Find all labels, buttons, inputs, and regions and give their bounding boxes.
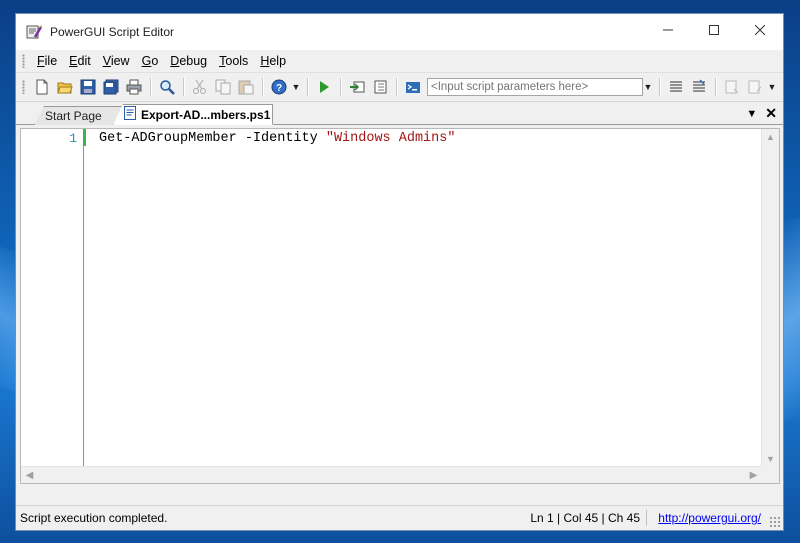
uncomment-lines-icon bbox=[692, 79, 705, 92]
save-all-icon bbox=[103, 79, 118, 95]
comment-lines-button[interactable] bbox=[665, 77, 686, 97]
script-file-icon bbox=[124, 106, 137, 123]
gutter-divider bbox=[83, 146, 84, 467]
toolbar-separator bbox=[715, 78, 717, 96]
tab-export-script[interactable]: Export-AD...mbers.ps1 bbox=[113, 104, 273, 125]
bookmark-next-icon bbox=[748, 80, 761, 94]
tab-label: Start Page bbox=[45, 109, 102, 123]
help-icon: ? bbox=[271, 79, 286, 95]
svg-text:?: ? bbox=[275, 83, 281, 94]
menu-edit[interactable]: Edit bbox=[63, 54, 97, 68]
comment-lines-icon bbox=[669, 81, 682, 92]
magnifier-icon bbox=[159, 80, 175, 95]
powergui-app-icon bbox=[26, 24, 43, 40]
bookmark-prev-button[interactable] bbox=[721, 77, 742, 97]
toolbar-overflow-dropdown[interactable]: ▼ bbox=[767, 82, 777, 92]
find-button[interactable] bbox=[156, 77, 177, 97]
script-editor-window: PowerGUI Script Editor File Edit View Go… bbox=[15, 13, 784, 531]
open-file-button[interactable] bbox=[54, 77, 75, 97]
code-command: Get-ADGroupMember -Identity bbox=[99, 131, 326, 146]
play-icon bbox=[319, 81, 329, 93]
copy-button[interactable] bbox=[212, 77, 233, 97]
step-into-icon bbox=[374, 80, 386, 94]
save-icon bbox=[80, 79, 95, 95]
toolbar-separator bbox=[340, 78, 342, 96]
menu-view[interactable]: View bbox=[97, 54, 136, 68]
code-editor[interactable]: 1 Get-ADGroupMember -Identity "Windows A… bbox=[20, 128, 780, 484]
code-line[interactable]: Get-ADGroupMember -Identity "Windows Adm… bbox=[99, 131, 455, 146]
step-into-button[interactable] bbox=[369, 77, 390, 97]
line-number-gutter: 1 bbox=[21, 129, 81, 467]
powershell-button[interactable] bbox=[402, 77, 423, 97]
toolbar-separator bbox=[659, 78, 661, 96]
new-file-icon bbox=[36, 79, 47, 95]
window-title: PowerGUI Script Editor bbox=[50, 25, 175, 39]
toolbar-separator bbox=[150, 78, 152, 96]
save-button[interactable] bbox=[77, 77, 98, 97]
powergui-website-link[interactable]: http://powergui.org/ bbox=[658, 511, 761, 525]
scroll-up-arrow-icon[interactable]: ▲ bbox=[762, 129, 779, 145]
save-all-button[interactable] bbox=[100, 77, 121, 97]
help-button[interactable]: ? bbox=[268, 77, 289, 97]
status-bar: Script execution completed. Ln 1 | Col 4… bbox=[16, 505, 783, 530]
status-separator bbox=[646, 510, 647, 526]
horizontal-scrollbar[interactable]: ◀ ▶ bbox=[21, 466, 762, 483]
uncomment-lines-button[interactable] bbox=[688, 77, 709, 97]
toolbar-separator bbox=[307, 78, 309, 96]
toolbar-separator bbox=[183, 78, 185, 96]
changed-line-marker bbox=[83, 129, 86, 146]
cut-button[interactable] bbox=[189, 77, 210, 97]
toolbar: ? ▼ ▼ ▼ bbox=[16, 73, 783, 102]
maximize-button[interactable] bbox=[691, 14, 737, 46]
tab-label: Export-AD...mbers.ps1 bbox=[141, 107, 271, 122]
scissors-icon bbox=[192, 79, 206, 94]
title-bar[interactable]: PowerGUI Script Editor bbox=[16, 14, 783, 50]
status-message: Script execution completed. bbox=[20, 511, 168, 525]
toolbar-separator bbox=[262, 78, 264, 96]
menu-bar: File Edit View Go Debug Tools Help bbox=[16, 50, 783, 73]
paste-button[interactable] bbox=[235, 77, 256, 97]
cursor-position: Ln 1 | Col 45 | Ch 45 bbox=[530, 511, 640, 525]
line-number: 1 bbox=[69, 131, 77, 146]
minimize-icon bbox=[663, 29, 673, 31]
bookmark-prev-icon bbox=[725, 80, 738, 94]
scroll-left-arrow-icon[interactable]: ◀ bbox=[21, 467, 38, 483]
bookmark-next-button[interactable] bbox=[744, 77, 765, 97]
menu-go[interactable]: Go bbox=[136, 54, 165, 68]
paste-icon bbox=[238, 80, 253, 95]
run-button[interactable] bbox=[313, 77, 334, 97]
scroll-right-arrow-icon[interactable]: ▶ bbox=[745, 467, 762, 483]
tab-list-dropdown-icon[interactable]: ▼ bbox=[746, 108, 757, 120]
scroll-down-arrow-icon[interactable]: ▼ bbox=[762, 451, 779, 467]
code-string: "Windows Admins" bbox=[325, 131, 456, 146]
document-tab-strip: Start Page Export-AD...mbers.ps1 ▼ ✕ bbox=[16, 102, 783, 125]
parameters-dropdown[interactable]: ▼ bbox=[643, 82, 653, 92]
tab-start-page[interactable]: Start Page bbox=[34, 106, 126, 125]
minimize-button[interactable] bbox=[645, 14, 691, 46]
new-file-button[interactable] bbox=[31, 77, 52, 97]
menu-tools[interactable]: Tools bbox=[213, 54, 254, 68]
close-tab-icon[interactable]: ✕ bbox=[765, 105, 777, 122]
powershell-icon bbox=[405, 82, 420, 93]
step-over-icon bbox=[349, 81, 364, 93]
close-button[interactable] bbox=[737, 14, 783, 46]
scrollbar-corner bbox=[762, 467, 779, 483]
print-button[interactable] bbox=[123, 77, 144, 97]
toolbar-grip[interactable] bbox=[22, 80, 25, 94]
vertical-scrollbar[interactable]: ▲ ▼ bbox=[761, 129, 779, 467]
printer-icon bbox=[126, 79, 141, 95]
menu-debug[interactable]: Debug bbox=[164, 54, 213, 68]
toolbar-separator bbox=[396, 78, 398, 96]
close-icon bbox=[755, 25, 765, 35]
menu-grip[interactable] bbox=[22, 54, 25, 68]
maximize-icon bbox=[709, 25, 719, 35]
toolbar-overflow-dropdown[interactable]: ▼ bbox=[291, 82, 301, 92]
step-over-button[interactable] bbox=[346, 77, 367, 97]
open-folder-icon bbox=[56, 82, 73, 94]
menu-file[interactable]: File bbox=[31, 54, 63, 68]
copy-icon bbox=[215, 79, 230, 95]
menu-help[interactable]: Help bbox=[254, 54, 292, 68]
resize-grip[interactable] bbox=[769, 516, 781, 528]
script-parameters-input[interactable] bbox=[427, 78, 643, 96]
